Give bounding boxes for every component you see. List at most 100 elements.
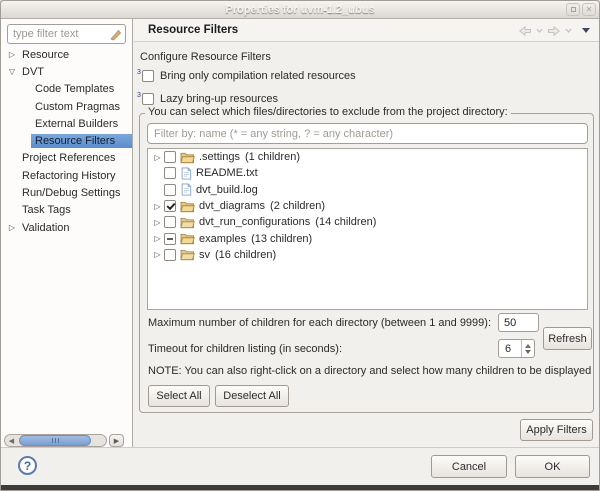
sidebar-item-external-builders[interactable]: External Builders [1, 115, 132, 132]
file-row-settings[interactable]: .settings (1 children) [148, 149, 587, 165]
file-row-readme[interactable]: README.txt [148, 165, 587, 181]
help-button[interactable]: ? [18, 456, 37, 475]
file-name: .settings [199, 151, 240, 164]
option-label: Lazy bring-up resources [160, 93, 279, 105]
file-checkbox[interactable] [164, 248, 176, 261]
option-bring-compilation: 3 Bring only compilation related resourc… [137, 69, 356, 82]
folder-icon [180, 233, 195, 245]
expander-icon[interactable] [6, 67, 18, 76]
expander-icon[interactable] [152, 234, 163, 243]
maximize-icon [570, 7, 576, 12]
file-name: sv [199, 248, 210, 261]
file-checkbox[interactable] [164, 200, 176, 213]
file-tree: .settings (1 children) README.txt dvt_b [147, 148, 588, 310]
filter-icon [110, 29, 122, 41]
sidebar-item-task-tags[interactable]: Task Tags [1, 202, 132, 219]
sidebar-item-refactoring-history[interactable]: Refactoring History [1, 167, 132, 184]
file-row-sv[interactable]: sv (16 children) [148, 247, 587, 263]
spin-up-icon[interactable] [525, 343, 531, 348]
folder-icon [180, 201, 195, 212]
sidebar-item-custom-pragmas[interactable]: Custom Pragmas [1, 98, 132, 115]
apply-filters-button[interactable]: Apply Filters [520, 419, 593, 441]
expander-icon[interactable] [152, 153, 163, 162]
properties-dialog: Properties for uvm-1.2_ubus ✕ Resource D… [0, 0, 600, 491]
page-title: Resource Filters [148, 24, 239, 36]
file-children-count: (16 children) [215, 248, 277, 261]
sidebar-horizontal-scrollbar[interactable]: ◀ ▶ [4, 434, 124, 447]
file-name: README.txt [196, 167, 258, 180]
window-bottom-edge [1, 485, 599, 490]
lazy-bringup-checkbox[interactable] [142, 93, 154, 105]
folder-icon [180, 152, 195, 163]
option-lazy-bringup: 3 Lazy bring-up resources [137, 92, 279, 105]
file-icon [181, 183, 192, 196]
sidebar-item-code-templates[interactable]: Code Templates [1, 81, 132, 98]
timeout-spinner[interactable]: 6 [498, 339, 535, 358]
file-row-dvt-diagrams[interactable]: dvt_diagrams (2 children) [148, 198, 587, 214]
back-menu-caret-icon[interactable] [536, 28, 543, 33]
spin-down-icon[interactable] [525, 349, 531, 354]
file-row-dvt-run-configurations[interactable]: dvt_run_configurations (14 children) [148, 214, 587, 230]
footer: ? Cancel OK [1, 448, 599, 485]
group-legend: You can select which files/directories t… [145, 106, 511, 118]
window-close-button[interactable]: ✕ [582, 3, 596, 16]
ok-button[interactable]: OK [515, 455, 590, 478]
bring-compilation-checkbox[interactable] [142, 70, 154, 82]
file-children-count: (1 children) [244, 151, 300, 164]
file-filter-input[interactable] [147, 123, 588, 144]
max-children-label: Maximum number of children for each dire… [148, 317, 492, 329]
main-panel: Resource Filters Configure Resource Filt… [134, 19, 599, 447]
scroll-right-button[interactable]: ▶ [109, 434, 124, 447]
sidebar-item-dvt[interactable]: DVT [1, 63, 132, 80]
file-checkbox[interactable] [164, 216, 176, 229]
forward-menu-caret-icon[interactable] [565, 28, 572, 33]
expander-icon[interactable] [152, 218, 163, 227]
forward-icon[interactable] [547, 25, 561, 37]
exclude-group: You can select which files/directories t… [139, 106, 594, 413]
expander-icon[interactable] [6, 50, 18, 59]
page-header: Resource Filters [134, 19, 599, 42]
expander-icon[interactable] [6, 223, 18, 232]
sidebar-item-resource[interactable]: Resource [1, 46, 132, 63]
folder-icon [180, 217, 195, 228]
select-all-button[interactable]: Select All [148, 385, 210, 407]
cancel-button[interactable]: Cancel [431, 455, 507, 478]
file-checkbox[interactable] [164, 167, 176, 180]
note-text: NOTE: You can also right-click on a dire… [148, 365, 592, 377]
sidebar-item-resource-filters[interactable]: Resource Filters [1, 132, 132, 149]
file-name: dvt_run_configurations [199, 216, 311, 229]
file-children-count: (13 children) [251, 232, 313, 245]
sidebar: Resource DVT Code Templates Custom Pragm… [1, 19, 133, 447]
option-label: Bring only compilation related resources [160, 70, 356, 82]
file-icon [181, 167, 192, 180]
expander-icon[interactable] [152, 202, 163, 211]
file-children-count: (2 children) [270, 200, 326, 213]
view-menu-icon[interactable] [582, 28, 590, 33]
file-name: dvt_build.log [196, 183, 258, 196]
file-children-count: (14 children) [315, 216, 377, 229]
sidebar-item-validation[interactable]: Validation [1, 219, 132, 236]
scroll-left-icon[interactable]: ◀ [5, 435, 18, 446]
file-name: dvt_diagrams [199, 200, 266, 213]
sidebar-item-project-references[interactable]: Project References [1, 150, 132, 167]
scrollbar-track[interactable]: ◀ [4, 434, 107, 447]
window-title: Properties for uvm-1.2_ubus [225, 3, 375, 16]
file-checkbox[interactable] [164, 183, 176, 196]
expander-icon[interactable] [152, 250, 163, 259]
folder-icon [180, 250, 195, 261]
file-checkbox[interactable] [164, 151, 176, 164]
deselect-all-button[interactable]: Deselect All [215, 385, 289, 407]
timeout-value: 6 [505, 342, 512, 355]
window-maximize-button[interactable] [566, 3, 580, 16]
file-checkbox[interactable] [164, 232, 176, 245]
titlebar[interactable]: Properties for uvm-1.2_ubus ✕ [1, 1, 599, 19]
refresh-button[interactable]: Refresh [543, 327, 592, 350]
scrollbar-thumb[interactable] [19, 435, 91, 446]
back-icon[interactable] [518, 25, 532, 37]
file-name: examples [199, 232, 247, 245]
close-icon: ✕ [585, 4, 593, 14]
sidebar-item-run-debug-settings[interactable]: Run/Debug Settings [1, 184, 132, 201]
max-children-input[interactable] [498, 313, 539, 332]
file-row-examples[interactable]: examples (13 children) [148, 230, 587, 246]
file-row-dvt-build-log[interactable]: dvt_build.log [148, 182, 587, 198]
